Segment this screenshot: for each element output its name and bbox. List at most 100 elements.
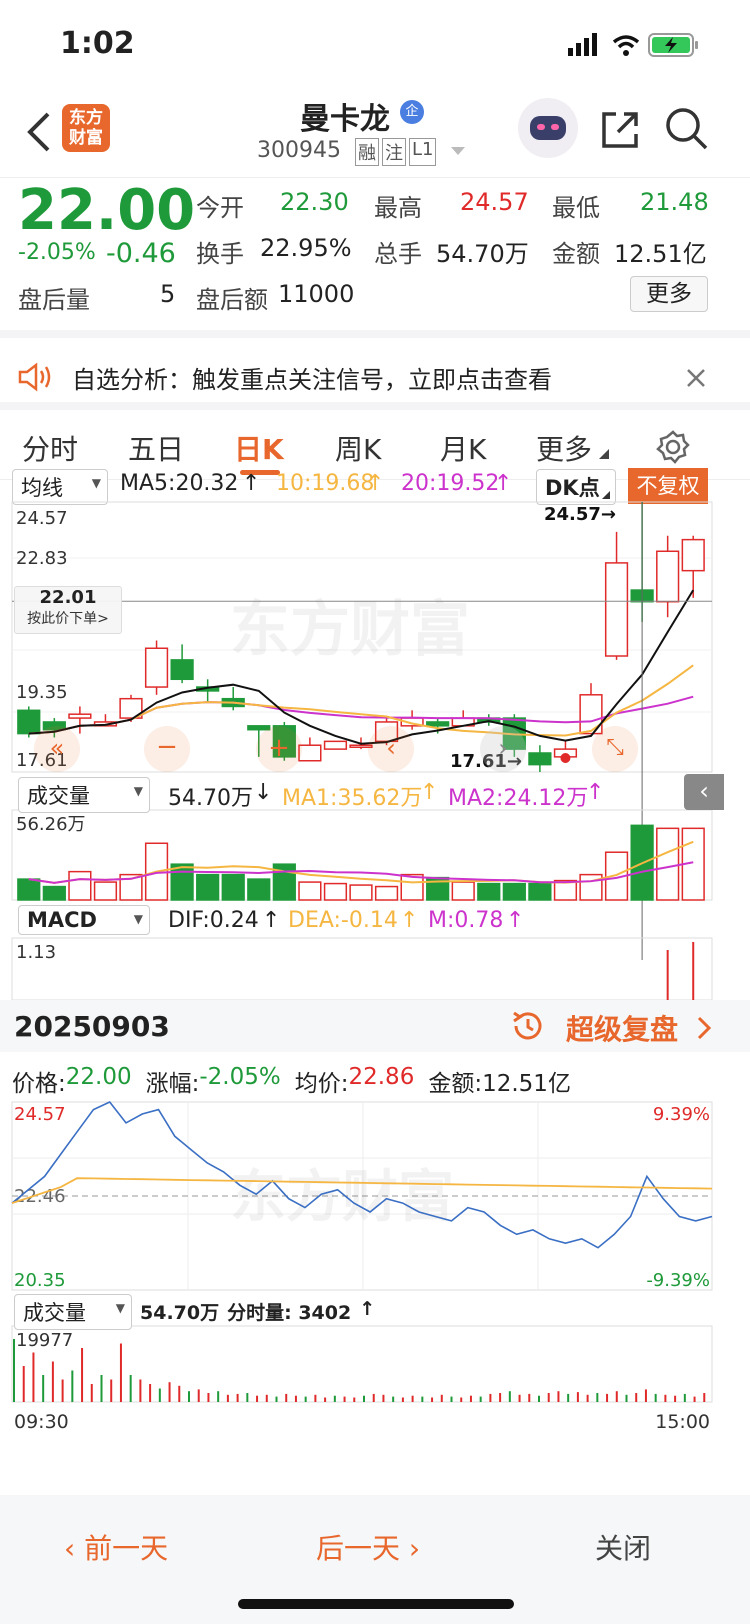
intraday-panel: 20250903 超级复盘 价格: 22.00 涨幅: -2.05% 均价: 2… xyxy=(0,1000,750,1495)
robot-assistant-icon[interactable] xyxy=(518,98,578,158)
share-icon[interactable] xyxy=(598,108,642,152)
dropdown-triangle-icon: ▼ xyxy=(115,1301,125,1315)
volume-bar xyxy=(400,873,424,901)
candle-body xyxy=(170,659,194,681)
battery-charging-icon xyxy=(648,33,698,57)
macd-dea-up-arrow-icon: ↑ xyxy=(400,908,419,933)
tab-monthly-k[interactable]: 月K xyxy=(440,428,486,468)
amount-value: 12.51亿 xyxy=(614,240,707,268)
y-tick-top: 24.57 xyxy=(16,508,68,529)
volume-bar xyxy=(323,882,348,901)
macd-m: M:0.78 xyxy=(428,908,504,933)
macd-select[interactable]: MACD ▼ xyxy=(18,905,150,935)
volume-bar xyxy=(477,882,501,901)
back-chevron-icon[interactable] xyxy=(24,110,54,154)
turnover-value: 22.95% xyxy=(260,234,352,262)
volume-bar xyxy=(349,884,373,901)
intraday-volume-frame xyxy=(11,1325,713,1403)
tab-five-day[interactable]: 五日 xyxy=(128,428,184,468)
intraday-pct-bottom: -9.39% xyxy=(646,1270,710,1291)
tab-intraday[interactable]: 分时 xyxy=(22,428,78,468)
stock-tags: 融 注 L1 xyxy=(355,138,437,166)
tag-level: L1 xyxy=(409,138,437,166)
scroll-left-fast-icon[interactable]: « xyxy=(34,726,80,772)
change-percent: -2.05% xyxy=(18,240,96,265)
intraday-time-end: 15:00 xyxy=(655,1411,710,1433)
low-value: 21.48 xyxy=(640,188,709,216)
volume-ma1-up-arrow-icon: ↑ xyxy=(420,780,439,805)
volume-down-arrow-icon: ↓ xyxy=(254,780,273,805)
macd-dif-up-arrow-icon: ↑ xyxy=(262,908,281,933)
volume-bar xyxy=(298,881,322,901)
tag-registered: 注 xyxy=(382,138,406,166)
cursor-price: 22.01 xyxy=(39,587,97,608)
volume-value: 54.70万 xyxy=(436,240,529,268)
candle-body xyxy=(68,713,92,719)
fullscreen-icon[interactable]: ⤡ xyxy=(592,726,638,772)
order-at-price-box[interactable]: 22.01 按此价下单> xyxy=(14,586,122,634)
status-bar: 1:02 xyxy=(0,0,750,88)
intraday-volume-select[interactable]: 成交量 ▼ xyxy=(14,1294,132,1330)
volume-bar xyxy=(93,881,118,901)
close-icon[interactable] xyxy=(686,368,706,388)
volume-bar xyxy=(528,882,552,901)
more-triangle-icon xyxy=(599,449,609,459)
macd-dif: DIF:0.24 xyxy=(168,908,259,933)
settings-gear-icon[interactable] xyxy=(656,430,690,464)
volume-label: 总手 xyxy=(374,240,422,268)
zoom-in-icon[interactable]: + xyxy=(256,726,302,772)
status-icons xyxy=(568,33,698,57)
macd-m-up-arrow-icon: ↑ xyxy=(506,908,525,933)
amount-label: 金额 xyxy=(552,240,600,268)
stock-name: 曼卡龙 xyxy=(300,102,390,137)
volume-ma2-up-arrow-icon: ↑ xyxy=(586,780,605,805)
watermark: 东方财富 xyxy=(230,1165,454,1230)
more-button[interactable]: 更多 xyxy=(630,276,708,312)
zoom-out-icon[interactable]: − xyxy=(144,726,190,772)
turnover-label: 换手 xyxy=(196,240,244,268)
tab-weekly-k[interactable]: 周K xyxy=(335,428,381,468)
intraday-y-top: 24.57 xyxy=(14,1104,66,1125)
next-day-button[interactable]: 后一天 › xyxy=(316,1527,420,1567)
tab-daily-k[interactable]: 日K xyxy=(234,428,284,468)
prev-day-label: 前一天 xyxy=(84,1532,169,1565)
candle-body xyxy=(681,538,705,572)
intraday-volume-y-top: 19977 xyxy=(16,1330,73,1351)
candle-body xyxy=(323,740,348,750)
low-label: 最低 xyxy=(552,194,600,222)
y-tick-low: 19.35 xyxy=(16,682,68,703)
macd-select-label: MACD xyxy=(27,908,97,932)
candle-body xyxy=(426,721,450,727)
macd-dea: DEA:-0.14 xyxy=(288,908,398,933)
search-icon[interactable] xyxy=(664,106,710,152)
candle-body xyxy=(144,647,169,688)
step-right-icon[interactable]: › xyxy=(480,726,526,772)
volume-y-tick: 56.26万 xyxy=(16,814,86,835)
dropdown-triangle-icon[interactable] xyxy=(450,146,466,156)
intraday-volume-info: 54.70万 分时量: 3402 ↑ xyxy=(140,1298,375,1325)
intraday-volume-select-label: 成交量 xyxy=(23,1301,86,1325)
kline-chart-area[interactable]: 均线 ▼ MA5:20.32 ↑ 10:19.68 ↑ 20:19.52 ↑ D… xyxy=(0,468,750,1000)
tag-margin: 融 xyxy=(355,138,379,166)
after-hours-volume: 5 xyxy=(160,280,176,308)
volume-select[interactable]: 成交量 ▼ xyxy=(18,777,150,813)
tab-more[interactable]: 更多 xyxy=(536,428,592,468)
candle-body xyxy=(298,744,322,762)
intraday-time-start: 09:30 xyxy=(14,1411,69,1433)
quote-panel: 22.00 -2.05% -0.46 盘后量 5 今开 22.30 最高 24.… xyxy=(0,178,750,338)
step-left-icon[interactable]: ‹ xyxy=(368,726,414,772)
candle-body xyxy=(656,550,680,603)
after-hours-amount: 11000 xyxy=(278,280,355,308)
volume-bar xyxy=(17,878,41,901)
volume-current: 54.70万 xyxy=(168,786,253,811)
intraday-volume-split: 分时量: 3402 xyxy=(227,1302,352,1324)
side-panel-toggle-icon[interactable]: ‹ xyxy=(684,774,724,810)
eastmoney-logo[interactable]: 东方 财富 xyxy=(62,104,110,152)
candle-body xyxy=(604,562,629,657)
close-button[interactable]: 关闭 xyxy=(595,1527,651,1567)
stock-code: 300945 xyxy=(257,138,341,163)
analysis-banner[interactable]: 自选分析：触发重点关注信号，立即点击查看 xyxy=(0,346,750,410)
chevron-right-icon: › xyxy=(400,1532,421,1565)
prev-day-button[interactable]: ‹ 前一天 xyxy=(64,1527,168,1567)
footer-nav: ‹ 前一天 后一天 › 关闭 xyxy=(0,1495,750,1624)
